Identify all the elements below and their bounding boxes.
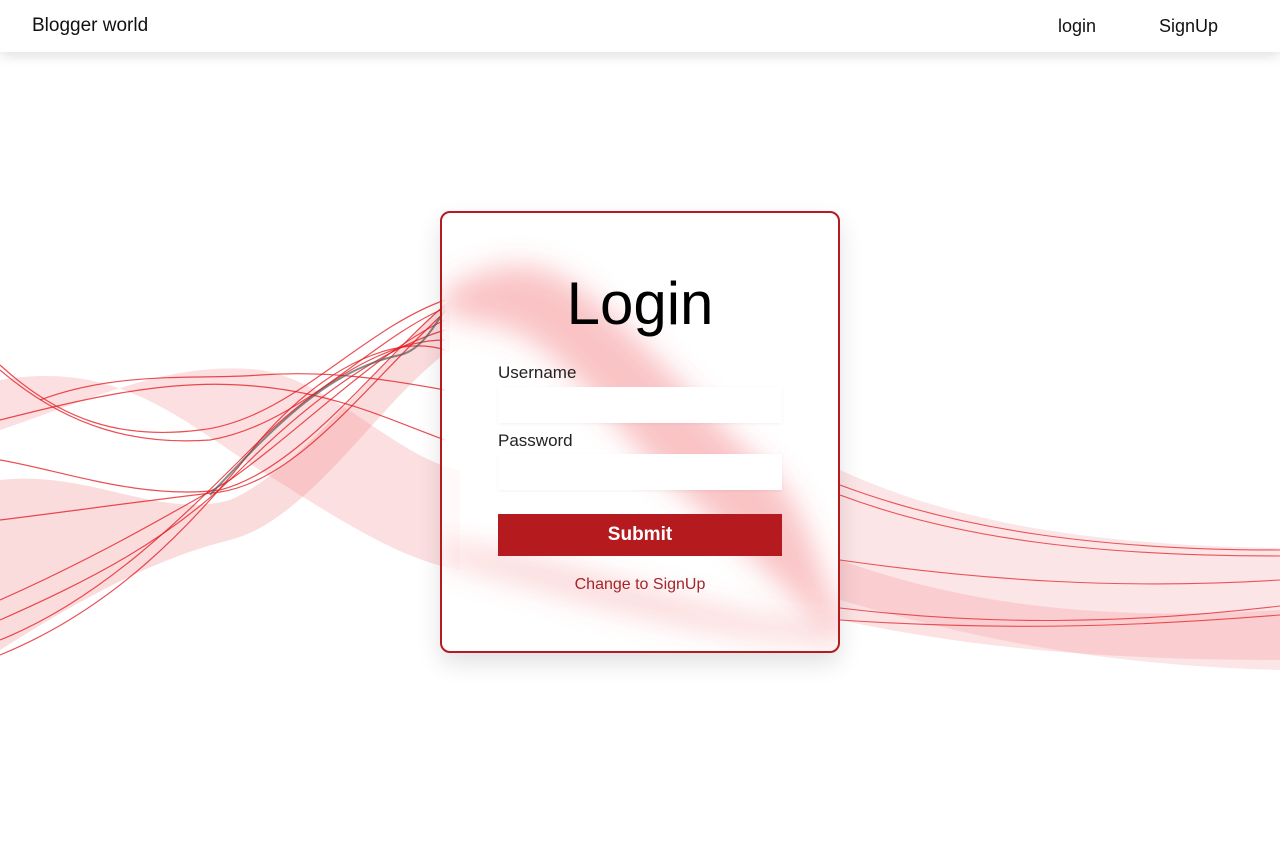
username-label: Username bbox=[498, 363, 577, 382]
nav-signup-link[interactable]: SignUp bbox=[1159, 16, 1218, 37]
nav-login-link[interactable]: login bbox=[1058, 16, 1096, 37]
password-input[interactable] bbox=[498, 454, 782, 490]
submit-button[interactable]: Submit bbox=[498, 514, 782, 556]
username-input[interactable] bbox=[498, 387, 782, 423]
login-card: Login Username Password Submit Change to… bbox=[440, 211, 840, 653]
login-title: Login bbox=[566, 270, 714, 337]
brand-logo-text[interactable]: Blogger world bbox=[32, 15, 148, 37]
password-label: Password bbox=[498, 431, 573, 450]
change-to-signup-link[interactable]: Change to SignUp bbox=[442, 576, 838, 594]
top-navbar: Blogger world login SignUp bbox=[0, 0, 1280, 52]
